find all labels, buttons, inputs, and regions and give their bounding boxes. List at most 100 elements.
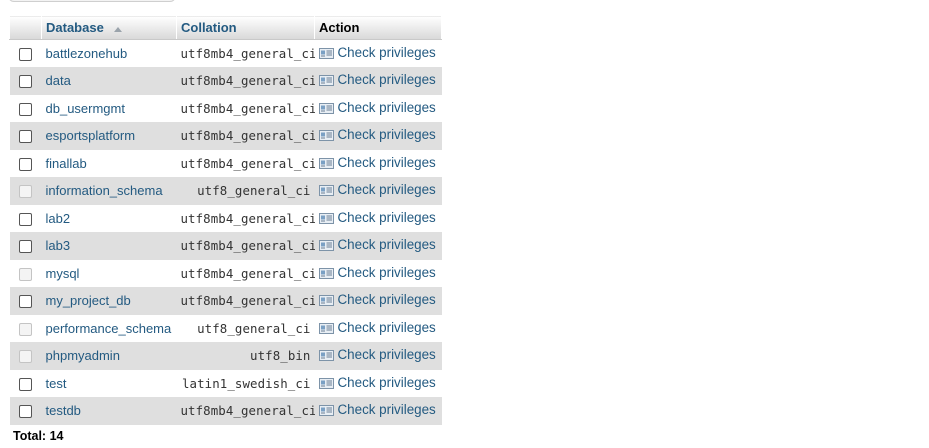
row-checkbox[interactable] (19, 212, 32, 226)
check-privileges-link[interactable]: Check privileges (318, 320, 436, 335)
database-name-link[interactable]: performance_schema (41, 314, 177, 342)
check-privileges-link[interactable]: Check privileges (318, 182, 436, 197)
row-select-cell (9, 397, 42, 425)
check-privileges-link[interactable]: Check privileges (318, 127, 436, 142)
action-cell: Check privileges (314, 122, 442, 150)
collation-value: utf8_general_ci (176, 177, 315, 205)
row-checkbox[interactable] (19, 405, 32, 419)
table-row: testdb utf8mb4_general_ci Check privileges (9, 397, 442, 425)
check-privileges-link[interactable]: Check privileges (318, 237, 436, 252)
table-row: finallab utf8mb4_general_ci Check privileg… (9, 149, 442, 177)
collation-value: utf8mb4_general_ci (176, 232, 315, 260)
action-cell: Check privileges (314, 204, 442, 232)
header-action-label: Action (319, 20, 360, 35)
header-collation[interactable]: Collation (176, 15, 315, 40)
check-privileges-label[interactable]: Check privileges (338, 265, 436, 280)
row-checkbox[interactable] (19, 130, 32, 144)
check-privileges-link[interactable]: Check privileges (318, 45, 436, 60)
collation-value: utf8mb4_general_ci (176, 204, 315, 232)
check-privileges-link[interactable]: Check privileges (318, 292, 436, 307)
check-privileges-label[interactable]: Check privileges (338, 347, 436, 362)
check-privileges-label[interactable]: Check privileges (338, 45, 436, 60)
action-cell: Check privileges (314, 149, 442, 177)
check-privileges-icon[interactable] (318, 267, 334, 279)
check-privileges-link[interactable]: Check privileges (318, 375, 436, 390)
table-row: esportsplatform utf8mb4_general_ci Check p… (9, 122, 442, 150)
sort-ascending-icon[interactable] (113, 27, 122, 32)
row-select-cell (9, 149, 42, 177)
header-database-label[interactable]: Database (46, 20, 104, 35)
database-name-link[interactable]: my_project_db (41, 287, 177, 315)
databases-table: Database Collation Action battlezonehub u… (9, 15, 442, 425)
collation-value: latin1_swedish_ci (176, 369, 315, 397)
check-privileges-link[interactable]: Check privileges (318, 72, 436, 87)
table-row: data utf8mb4_general_ci Check privileges (9, 67, 442, 95)
check-privileges-link[interactable]: Check privileges (318, 265, 436, 280)
check-privileges-icon[interactable] (318, 212, 334, 224)
check-privileges-label[interactable]: Check privileges (338, 155, 436, 170)
check-privileges-label[interactable]: Check privileges (338, 375, 436, 390)
row-checkbox[interactable] (19, 240, 32, 254)
check-privileges-link[interactable]: Check privileges (318, 402, 436, 417)
check-privileges-link[interactable]: Check privileges (318, 100, 436, 115)
check-privileges-icon[interactable] (318, 129, 334, 142)
database-name-link[interactable]: lab2 (41, 204, 177, 232)
check-privileges-label[interactable]: Check privileges (338, 72, 436, 87)
check-privileges-link[interactable]: Check privileges (318, 155, 436, 170)
check-privileges-icon[interactable] (318, 74, 334, 87)
check-privileges-link[interactable]: Check privileges (318, 210, 436, 225)
database-name-link[interactable]: esportsplatform (41, 122, 177, 150)
action-cell: Check privileges (314, 287, 442, 315)
check-privileges-icon[interactable] (318, 322, 334, 334)
row-select-cell (9, 94, 42, 122)
action-cell: Check privileges (314, 342, 442, 370)
check-privileges-label[interactable]: Check privileges (338, 237, 436, 252)
collation-value: utf8_general_ci (176, 314, 315, 342)
row-checkbox (19, 267, 32, 281)
database-name-link[interactable]: data (41, 67, 177, 95)
table-row: my_project_db utf8mb4_general_ci Check pri… (9, 287, 442, 315)
database-name-link[interactable]: lab3 (41, 232, 177, 260)
check-privileges-icon[interactable] (318, 184, 334, 197)
check-privileges-label[interactable]: Check privileges (338, 320, 436, 335)
check-privileges-icon[interactable] (318, 102, 334, 114)
collation-value: utf8mb4_general_ci (176, 397, 315, 425)
check-privileges-label[interactable]: Check privileges (338, 210, 436, 225)
top-button-edge (8, 0, 176, 2)
check-privileges-label[interactable]: Check privileges (338, 100, 436, 115)
total-count: Total: 14 (13, 429, 64, 443)
row-select-cell (9, 287, 42, 315)
row-checkbox[interactable] (19, 377, 32, 391)
row-select-cell (9, 39, 42, 67)
database-name-link[interactable]: information_schema (41, 177, 177, 205)
row-checkbox[interactable] (19, 102, 32, 116)
check-privileges-icon[interactable] (318, 47, 334, 59)
row-checkbox[interactable] (19, 75, 32, 89)
check-privileges-icon[interactable] (318, 157, 334, 169)
database-name-link[interactable]: finallab (41, 149, 177, 177)
row-checkbox (19, 185, 32, 199)
check-privileges-icon[interactable] (318, 377, 334, 389)
header-database[interactable]: Database (41, 15, 177, 40)
database-name-link[interactable]: mysql (41, 259, 177, 287)
row-checkbox[interactable] (19, 48, 32, 62)
check-privileges-label[interactable]: Check privileges (338, 127, 436, 142)
check-privileges-label[interactable]: Check privileges (338, 402, 436, 417)
header-collation-label[interactable]: Collation (181, 20, 237, 35)
check-privileges-icon[interactable] (318, 349, 334, 362)
row-checkbox[interactable] (19, 157, 32, 171)
check-privileges-label[interactable]: Check privileges (338, 182, 436, 197)
database-name-link[interactable]: phpmyadmin (41, 342, 177, 370)
check-privileges-link[interactable]: Check privileges (318, 347, 436, 362)
table-row: phpmyadmin utf8_bin Check privileges (9, 342, 442, 370)
row-select-cell (9, 232, 42, 260)
database-name-link[interactable]: test (41, 369, 177, 397)
database-name-link[interactable]: testdb (41, 397, 177, 425)
database-name-link[interactable]: battlezonehub (41, 39, 177, 67)
check-privileges-icon[interactable] (318, 404, 334, 417)
check-privileges-icon[interactable] (318, 294, 334, 307)
database-name-link[interactable]: db_usermgmt (41, 94, 177, 122)
check-privileges-label[interactable]: Check privileges (338, 292, 436, 307)
check-privileges-icon[interactable] (318, 239, 334, 252)
row-checkbox[interactable] (19, 295, 32, 309)
